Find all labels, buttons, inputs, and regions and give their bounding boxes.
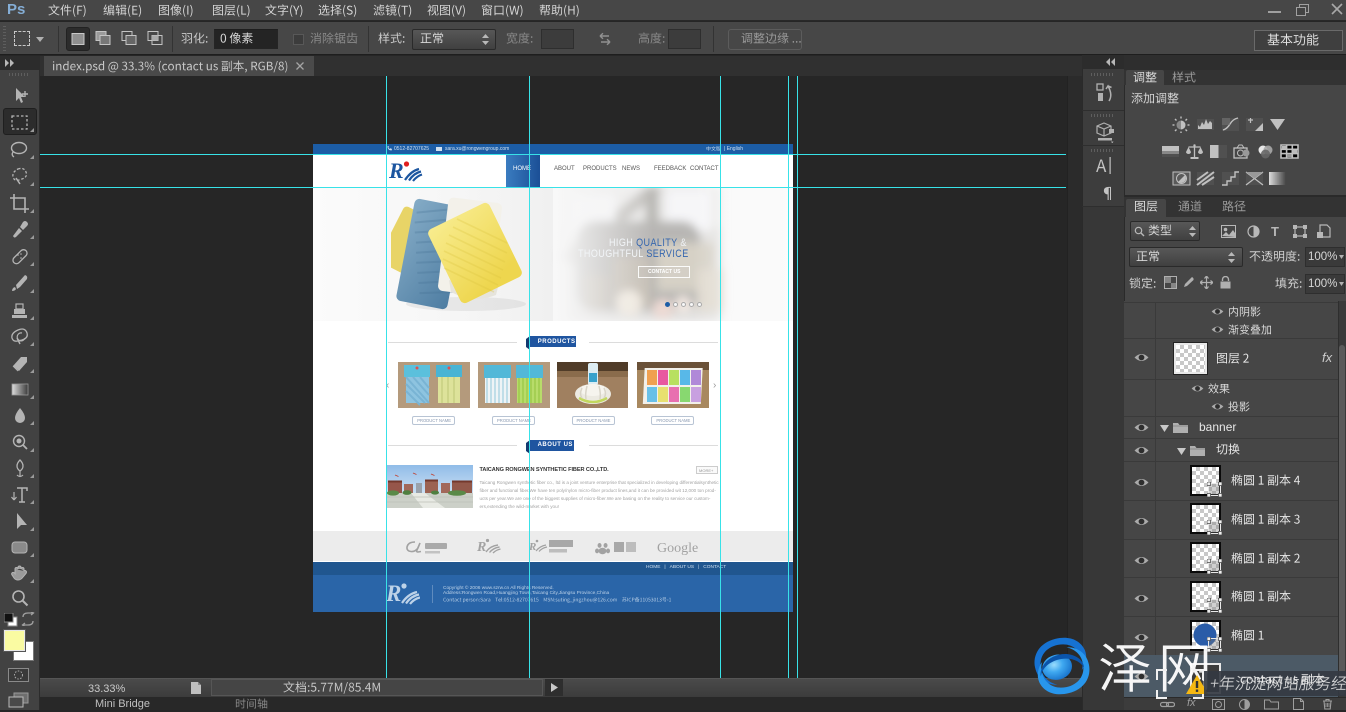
svg-text:Google: Google bbox=[657, 541, 698, 556]
svg-text:R: R bbox=[476, 540, 486, 555]
svg-text:R: R bbox=[386, 581, 401, 606]
svg-text:R: R bbox=[389, 159, 404, 183]
